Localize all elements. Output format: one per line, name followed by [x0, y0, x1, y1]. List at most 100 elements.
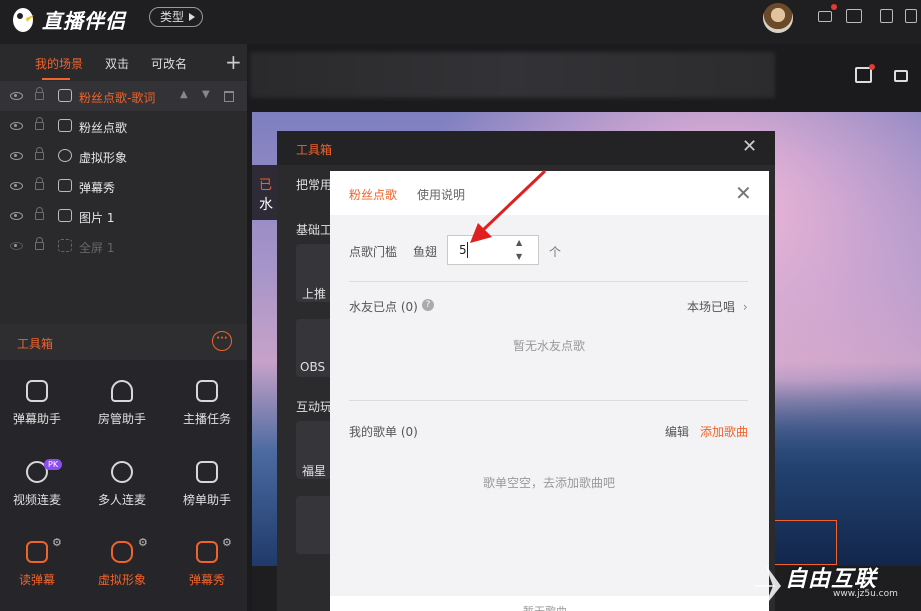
edit-songlist-button[interactable]: 编辑	[665, 423, 689, 440]
tool-label: 读弹幕	[18, 573, 55, 587]
tool-video-link[interactable]: 视频连麦	[0, 461, 79, 521]
avatar-icon	[58, 149, 72, 162]
scene-row[interactable]: 粉丝点歌	[0, 111, 247, 141]
tool-label: 弹幕助手	[12, 412, 61, 426]
tool-danmu-show[interactable]: 弹幕秀	[165, 541, 249, 601]
tool-label: 虚拟形象	[97, 573, 146, 587]
tab-double-click[interactable]: 双击	[105, 55, 129, 72]
eye-icon[interactable]	[10, 122, 23, 130]
sung-this-session-link[interactable]: 本场已唱 ›	[687, 298, 748, 315]
scene-label: 弹幕秀	[79, 181, 116, 195]
gear-icon[interactable]: ⚙	[52, 536, 62, 549]
tool-label: 多人连麦	[97, 493, 146, 507]
footer-text: 暂无歌曲	[523, 603, 567, 611]
video-icon[interactable]	[846, 9, 862, 23]
scene-row[interactable]: 全屏 1	[0, 231, 247, 261]
eye-icon[interactable]	[10, 212, 23, 220]
image-icon	[58, 209, 72, 222]
avatar[interactable]	[763, 3, 793, 33]
scene-row[interactable]: 图片 1	[0, 201, 247, 231]
puzzle-icon	[196, 380, 218, 402]
toolbox-dialog-text: 把常用	[296, 178, 333, 192]
fullscreen-icon	[58, 239, 72, 252]
type-button-label: 类型	[160, 10, 185, 24]
tv-icon	[58, 179, 72, 192]
tool-card-label: 上推	[302, 287, 327, 301]
lock-icon[interactable]	[35, 87, 44, 100]
eye-icon[interactable]	[10, 152, 23, 160]
tool-rank-assistant[interactable]: 榜单助手	[165, 461, 249, 521]
scene-label: 图片 1	[79, 211, 115, 225]
tv-icon	[196, 541, 218, 563]
tool-card-label: OBS	[300, 360, 326, 374]
tool-virtual-avatar[interactable]: 虚拟形象	[80, 541, 164, 601]
overlay-text: 水	[259, 197, 273, 213]
tab-my-scenes[interactable]: 我的场景	[35, 55, 83, 72]
puzzle-icon	[196, 461, 218, 483]
admin-icon	[111, 380, 133, 402]
watermark-url: www.jz5u.com	[833, 589, 898, 599]
eye-off-icon[interactable]	[10, 242, 23, 250]
tab-fan-song[interactable]: 粉丝点歌	[349, 186, 397, 203]
lock-icon[interactable]	[35, 207, 44, 220]
tool-danmu-assistant[interactable]: 弹幕助手	[0, 380, 79, 440]
scene-label: 粉丝点歌-歌词	[79, 91, 156, 105]
move-up-icon[interactable]: ▲	[180, 89, 188, 100]
add-scene-icon[interactable]: +	[225, 50, 242, 74]
logo-icon	[13, 8, 34, 32]
divider	[349, 400, 748, 401]
section-title: 基础工	[296, 223, 333, 237]
chat-icon	[26, 380, 48, 402]
lock-icon[interactable]	[35, 177, 44, 190]
lock-icon[interactable]	[35, 117, 44, 130]
multi-mic-icon	[111, 461, 133, 483]
notification-dot	[831, 4, 837, 10]
scene-row[interactable]: 虚拟形象	[0, 141, 247, 171]
tool-host-task[interactable]: 主播任务	[165, 380, 249, 440]
tool-read-danmu[interactable]: 读弹幕	[0, 541, 79, 601]
overlay-text: 已	[259, 178, 273, 193]
blurred-title-area	[250, 52, 775, 98]
more-icon[interactable]: ···	[212, 331, 232, 351]
scene-row[interactable]: 粉丝点歌-歌词 ▲ ▼	[0, 81, 247, 111]
avatar-icon	[111, 541, 133, 563]
tab-instructions[interactable]: 使用说明	[417, 186, 465, 203]
scene-label: 全屏 1	[79, 241, 115, 255]
threshold-label: 点歌门槛	[349, 245, 398, 259]
gear-icon[interactable]: ⚙	[222, 536, 232, 549]
lock-icon[interactable]	[35, 237, 44, 250]
tool-multi-link[interactable]: 多人连麦	[80, 461, 164, 521]
tool-label: 弹幕秀	[188, 573, 225, 587]
section-title: 互动玩	[296, 400, 333, 414]
eye-icon[interactable]	[10, 182, 23, 190]
scene-row[interactable]: 弹幕秀	[0, 171, 247, 201]
gear-icon[interactable]: ⚙	[138, 536, 148, 549]
unlock-icon[interactable]	[894, 70, 908, 82]
close-icon[interactable]: ✕	[735, 181, 752, 205]
eye-icon[interactable]	[10, 92, 23, 100]
toolbox-title: 工具箱	[17, 337, 54, 351]
divider	[349, 281, 748, 282]
minimize-window-icon[interactable]	[880, 9, 893, 23]
tool-room-admin[interactable]: 房管助手	[80, 380, 164, 440]
sung-link-label: 本场已唱	[687, 300, 736, 314]
close-icon[interactable]: ✕	[742, 136, 757, 157]
empty-requests-text: 暂无水友点歌	[513, 339, 586, 353]
add-song-button[interactable]: 添加歌曲	[700, 423, 748, 440]
tool-label: 榜单助手	[182, 493, 231, 507]
trash-icon[interactable]	[224, 91, 234, 102]
type-button[interactable]: 类型	[149, 7, 203, 27]
threshold-item: 鱼翅	[413, 245, 438, 259]
puzzle-icon	[58, 89, 72, 102]
move-down-icon[interactable]: ▼	[202, 89, 210, 100]
empty-songlist-text: 歌单空空，去添加歌曲吧	[483, 476, 616, 490]
tool-label: 主播任务	[182, 412, 231, 426]
tool-card-label: 福星	[302, 464, 327, 478]
toolbox-dialog-title: 工具箱	[296, 143, 333, 157]
help-icon[interactable]: ?	[422, 299, 434, 311]
window-icon[interactable]	[905, 9, 917, 23]
lock-icon[interactable]	[35, 147, 44, 160]
mail-icon[interactable]	[818, 11, 832, 22]
tab-renameable[interactable]: 可改名	[151, 55, 187, 72]
toolbox-dialog-header	[277, 131, 775, 165]
